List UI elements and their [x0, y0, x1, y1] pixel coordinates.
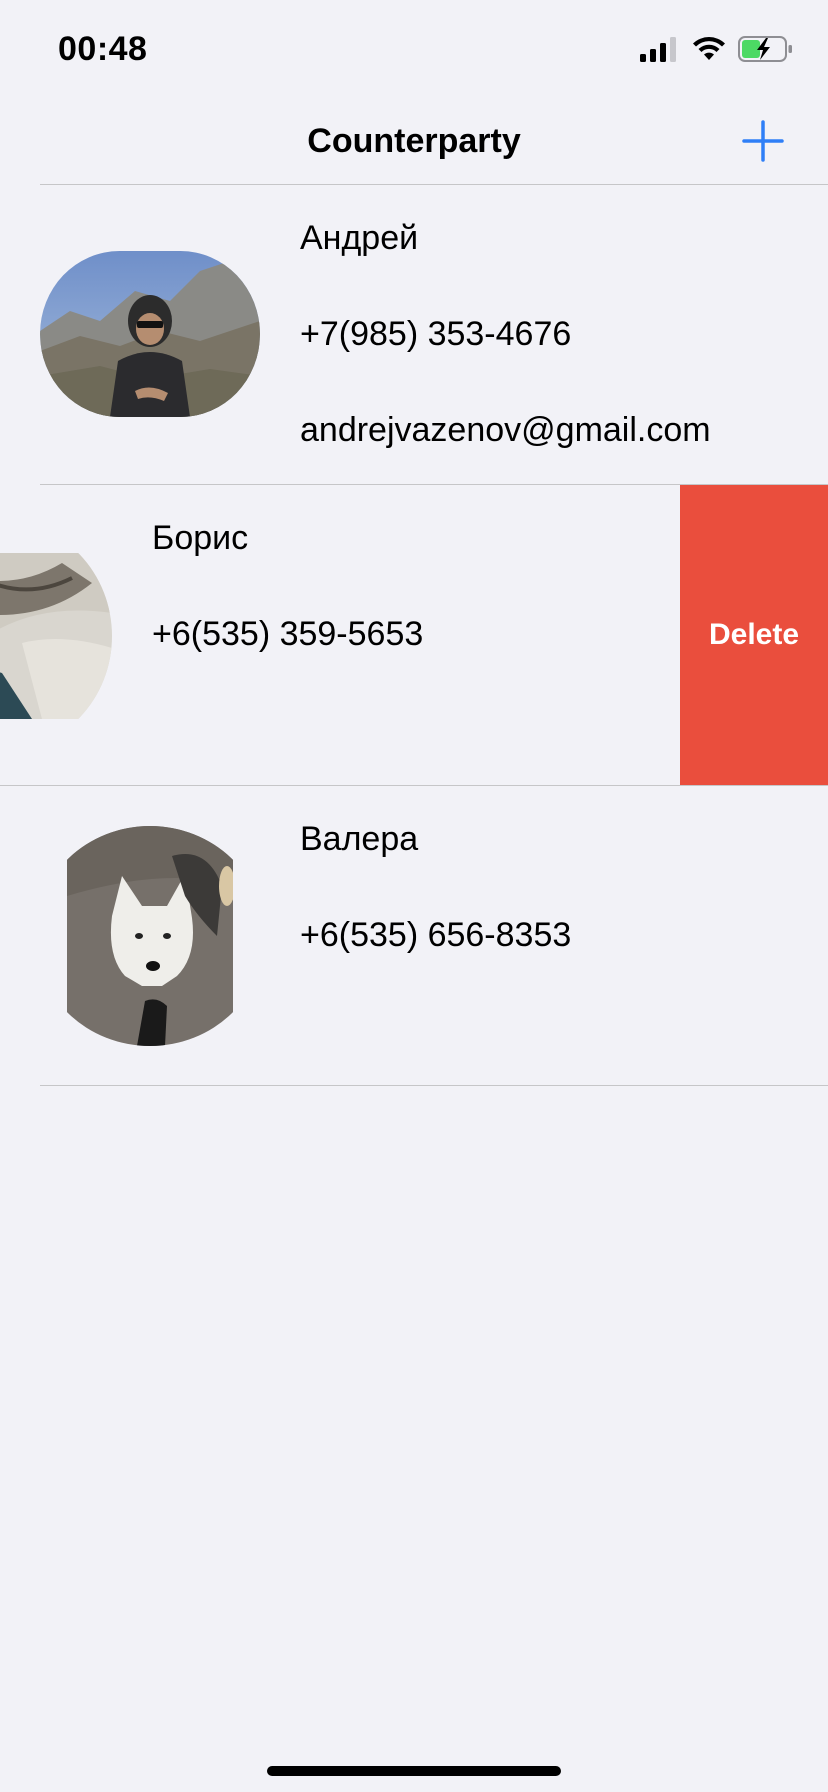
contact-row-content: Борис +6(535) 359-5653 [0, 485, 680, 785]
contact-phone: +7(985) 353-4676 [300, 315, 572, 353]
battery-charging-icon [738, 36, 792, 62]
delete-button[interactable]: Delete [680, 485, 828, 785]
contact-phone: +6(535) 656-8353 [300, 916, 572, 954]
contact-row[interactable]: Борис +6(535) 359-5653 Delete [0, 485, 828, 785]
home-indicator[interactable] [267, 1766, 561, 1776]
contact-avatar [40, 251, 260, 417]
contact-avatar [0, 553, 112, 719]
status-icons [640, 34, 794, 64]
contact-row[interactable]: Андрей +7(985) 353-4676 andrejvazenov@gm… [0, 185, 828, 484]
add-counterparty-button[interactable] [740, 118, 786, 164]
nav-bar: Counterparty [0, 100, 828, 184]
plus-icon [742, 120, 784, 162]
page-title: Counterparty [307, 122, 521, 160]
status-bar: 00:48 [0, 0, 828, 100]
row-separator [40, 1085, 828, 1086]
contact-row-content: Андрей +7(985) 353-4676 andrejvazenov@gm… [0, 185, 828, 484]
contact-row[interactable]: Валера +6(535) 656-8353 [0, 786, 828, 1085]
contact-name: Борис [152, 519, 249, 557]
status-time: 00:48 [58, 30, 148, 68]
contact-phone: +6(535) 359-5653 [152, 615, 424, 653]
avatar-photo [67, 826, 233, 1046]
signal-icon [640, 37, 676, 62]
avatar-photo [40, 251, 260, 417]
contact-email: andrejvazenov@gmail.com [300, 411, 711, 449]
contact-row-content: Валера +6(535) 656-8353 [0, 786, 828, 1085]
contact-name: Андрей [300, 219, 419, 257]
avatar-photo [0, 553, 112, 719]
contact-name: Валера [300, 820, 419, 858]
wifi-icon [693, 37, 725, 60]
contact-avatar [67, 826, 233, 1046]
